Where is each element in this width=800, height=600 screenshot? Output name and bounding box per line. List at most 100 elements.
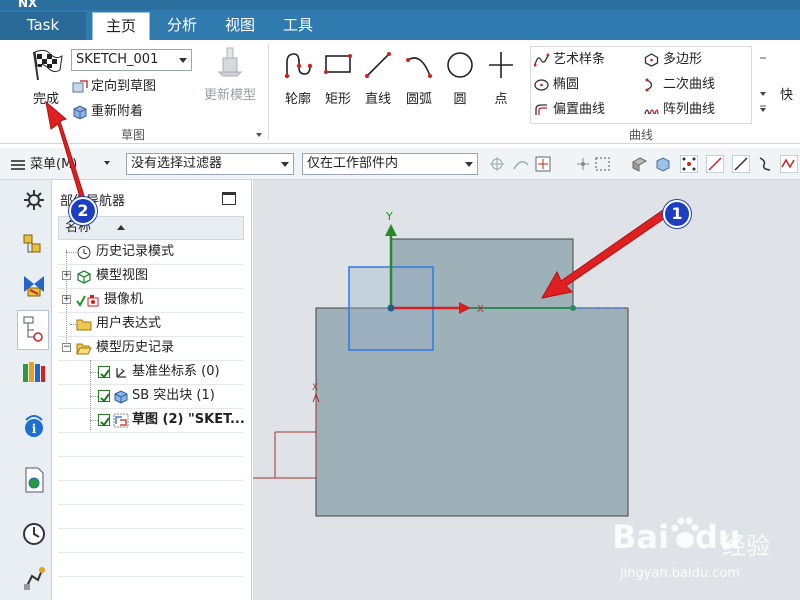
profile-label: 轮廓	[284, 92, 311, 107]
tree-node-label: 模型历史记录	[96, 340, 175, 355]
point-icon	[489, 52, 513, 78]
resource-bar: i	[0, 180, 52, 600]
select-curve-icon[interactable]	[512, 155, 530, 173]
curve-gallery: 艺术样条 多边形 椭圆 二次曲线 偏置曲线 阵列曲线	[530, 46, 752, 124]
row-divider	[58, 264, 244, 265]
baidu-watermark: Bai du 经验 jingyan.baidu.com	[612, 512, 792, 592]
expand-toggle[interactable]: +	[62, 295, 71, 304]
reattach-icon	[73, 105, 87, 119]
reattach-button[interactable]: 重新附着	[72, 102, 143, 122]
profile-tool-button[interactable]: 轮廓	[278, 46, 318, 107]
snap-curve-icon[interactable]	[756, 155, 774, 173]
conic-button[interactable]: 二次曲线	[641, 74, 715, 96]
row-divider	[58, 552, 244, 553]
select-face-icon[interactable]	[630, 155, 648, 173]
watermark-brand-prefix: Bai	[612, 518, 669, 556]
arc-tool-button[interactable]: 圆弧	[399, 46, 439, 107]
conic-icon	[645, 78, 653, 92]
process-studio-icon[interactable]	[20, 564, 48, 592]
selection-scope-select[interactable]: 仅在工作部件内	[302, 153, 478, 175]
tree-node-label: 用户表达式	[96, 316, 162, 331]
studio-spline-label: 艺术样条	[553, 52, 606, 67]
sketch-icon	[113, 413, 129, 428]
title-bar: NX	[0, 0, 800, 10]
tab-task[interactable]: Task	[0, 12, 86, 40]
snap-midpoint-icon[interactable]	[732, 155, 750, 173]
selection-bar: 菜单(M) 没有选择过滤器 仅在工作部件内	[0, 148, 800, 180]
rectangle-label: 矩形	[324, 92, 351, 107]
web-browser-icon[interactable]	[20, 466, 48, 494]
checkbox-checked-icon[interactable]	[98, 414, 110, 427]
snap-spline-icon[interactable]	[780, 155, 798, 173]
line-tool-button[interactable]: 直线	[358, 46, 398, 107]
reuse-library-icon[interactable]	[20, 358, 48, 386]
part-navigator-panel: 部件导航器 名称 历史记录模式 + 模型视图 + 摄像机 用户表达式 −	[52, 180, 252, 600]
reattach-label: 重新附着	[91, 104, 144, 119]
assembly-navigator-icon[interactable]	[20, 232, 48, 260]
tab-view[interactable]: 视图	[218, 12, 262, 40]
tree-node-label: SB 突出块 (1)	[132, 388, 215, 403]
expand-toggle[interactable]: +	[62, 271, 71, 280]
select-point-icon[interactable]	[574, 155, 592, 173]
select-region-icon[interactable]	[594, 155, 612, 173]
polygon-button[interactable]: 多边形	[641, 49, 702, 71]
line-icon	[365, 52, 391, 78]
origin-point[interactable]	[387, 304, 395, 312]
select-snap-icon[interactable]	[534, 155, 552, 173]
constraint-navigator-icon[interactable]	[20, 272, 48, 300]
studio-spline-button[interactable]: 艺术样条	[531, 49, 605, 71]
offset-curve-label: 偏置曲线	[553, 102, 606, 117]
checkbox-checked-icon[interactable]	[98, 390, 110, 403]
type-filter-value: 没有选择过滤器	[131, 156, 223, 171]
sketch-name-select[interactable]: SKETCH_001	[71, 49, 192, 71]
tree-connector	[66, 252, 76, 253]
tab-tools[interactable]: 工具	[276, 12, 320, 40]
sketch-end-point[interactable]	[570, 305, 576, 311]
circle-icon	[447, 52, 473, 78]
profile-icon	[284, 53, 312, 79]
pattern-curve-button[interactable]: 阵列曲线	[641, 99, 715, 121]
select-feature-icon[interactable]	[488, 155, 506, 173]
type-filter-select[interactable]: 没有选择过滤器	[126, 153, 294, 175]
select-body-icon[interactable]	[654, 155, 672, 173]
row-divider	[58, 408, 244, 409]
circle-tool-button[interactable]: 圆	[440, 46, 480, 107]
update-model-button[interactable]: 更新模型	[200, 46, 260, 103]
ellipse-icon	[534, 79, 549, 91]
orient-view-icon	[72, 80, 88, 93]
offset-curve-button[interactable]: 偏置曲线	[531, 99, 605, 121]
sort-ascending-icon	[117, 225, 125, 230]
part-navigator-icon	[23, 316, 43, 342]
checkbox-checked-icon[interactable]	[98, 366, 110, 379]
orient-to-sketch-button[interactable]: 定向到草图	[72, 77, 156, 97]
pattern-curve-icon	[644, 109, 659, 115]
group-expand-icon[interactable]	[256, 133, 262, 137]
tab-analysis[interactable]: 分析	[160, 12, 204, 40]
part-navigator-tab[interactable]	[17, 310, 49, 350]
info-icon[interactable]: i	[20, 412, 48, 440]
tab-home[interactable]: 主页	[92, 12, 150, 40]
ribbon-more-icon[interactable]	[758, 52, 768, 112]
menu-button[interactable]: 菜单(M)	[8, 155, 77, 175]
snap-end-point-icon[interactable]	[680, 155, 698, 173]
polygon-icon	[644, 53, 659, 67]
menu-label: 菜单(M)	[30, 157, 78, 172]
chevron-down-icon[interactable]	[104, 161, 110, 165]
curve-group-label: 曲线	[628, 128, 653, 142]
snap-line-icon[interactable]	[706, 155, 724, 173]
quick-trim-button[interactable]: 快	[780, 84, 793, 103]
row-divider	[58, 576, 244, 577]
collapse-toggle[interactable]: −	[62, 343, 71, 352]
arc-icon	[406, 57, 432, 78]
maximize-icon[interactable]	[222, 192, 236, 205]
finish-sketch-button[interactable]: 完成	[22, 46, 70, 107]
point-tool-button[interactable]: 点	[481, 46, 521, 107]
x-axis-marker: X	[477, 304, 484, 315]
tree-connector	[90, 372, 98, 373]
clock-icon	[77, 246, 91, 259]
rectangle-tool-button[interactable]: 矩形	[318, 46, 358, 107]
gear-icon[interactable]	[20, 186, 48, 214]
history-clock-icon[interactable]	[20, 520, 48, 548]
sketch-group-label: 草图	[120, 128, 145, 142]
ellipse-button[interactable]: 椭圆	[531, 74, 579, 96]
